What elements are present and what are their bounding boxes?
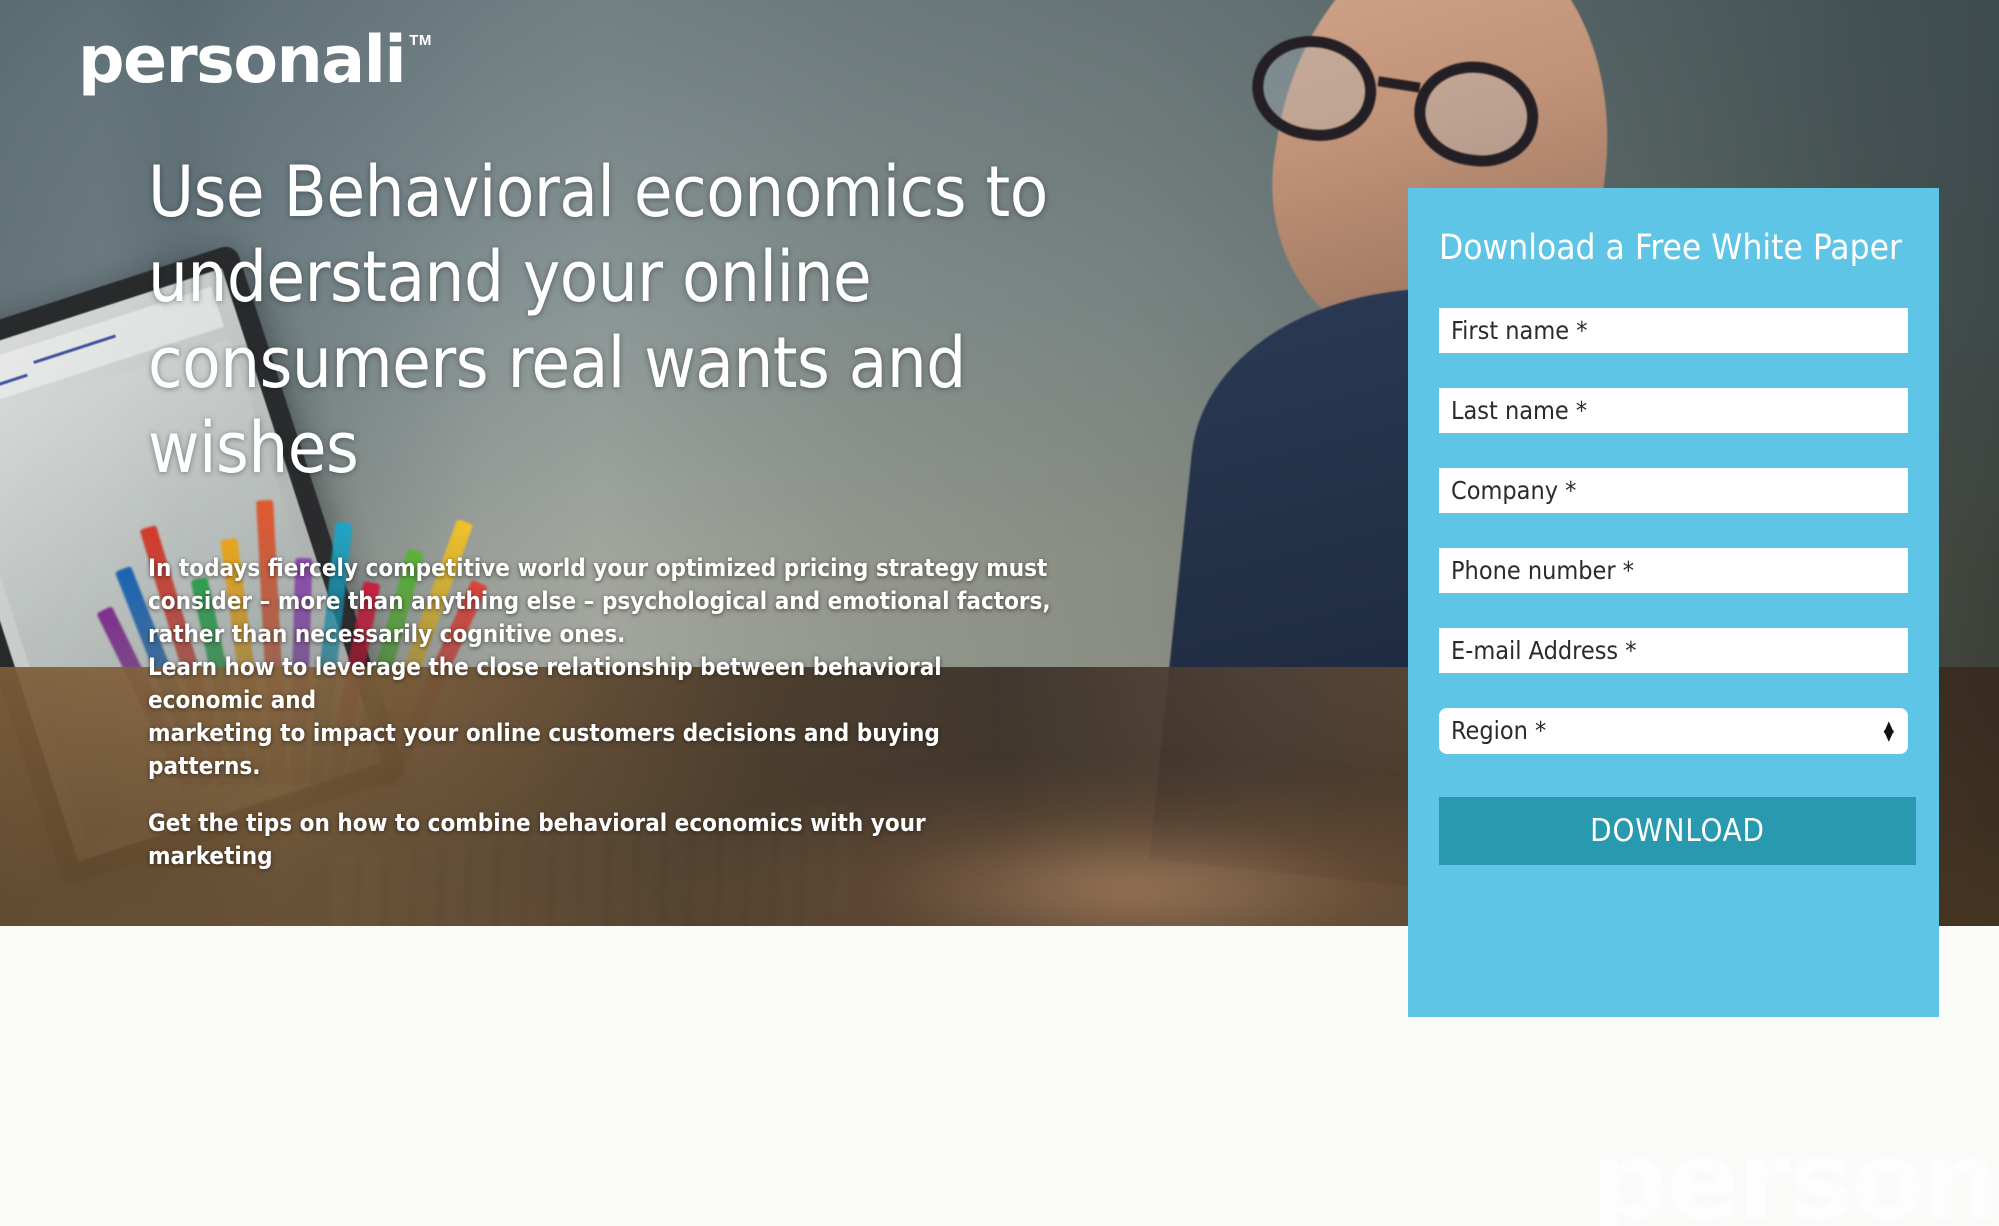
- select-stepper-icon[interactable]: ▲ ▼: [1883, 718, 1894, 744]
- download-button[interactable]: DOWNLOAD: [1439, 796, 1916, 865]
- form-title: Download a Free White Paper: [1439, 228, 1902, 268]
- phone-number-input[interactable]: Phone number *: [1439, 547, 1908, 593]
- company-input[interactable]: Company *: [1439, 467, 1908, 513]
- chevron-down-icon: ▼: [1883, 725, 1894, 744]
- hero-paragraph-line: In todays fiercely competitive world you…: [148, 553, 1048, 582]
- hero-paragraph-line: Learn how to leverage the close relation…: [148, 652, 942, 714]
- region-select-label: Region *: [1451, 716, 1547, 746]
- download-form-panel: Download a Free White Paper First name *…: [1408, 188, 1939, 1017]
- trademark-icon: TM: [409, 32, 432, 49]
- hero-copy: Use Behavioral economics to understand y…: [148, 150, 1068, 874]
- region-select[interactable]: Region * ▲ ▼: [1439, 707, 1908, 754]
- landing-page: persona personali TM Use Behavioral econ…: [0, 0, 1999, 1226]
- first-name-input[interactable]: First name *: [1439, 307, 1908, 353]
- brand-logo-wordmark: personali: [78, 23, 407, 98]
- hero-paragraph-line: Get the tips on how to combine behaviora…: [148, 809, 926, 871]
- page-title: Use Behavioral economics to understand y…: [148, 151, 1048, 490]
- hero-body-copy: In todays fiercely competitive world you…: [148, 552, 1053, 874]
- brand-logo[interactable]: personali TM: [78, 28, 432, 93]
- hero-paragraph-line: rather than necessarily cognitive ones.: [148, 619, 626, 648]
- email-input[interactable]: E-mail Address *: [1439, 627, 1908, 673]
- hero-paragraph-line: marketing to impact your online customer…: [148, 719, 940, 781]
- last-name-input[interactable]: Last name *: [1439, 387, 1908, 433]
- brand-watermark: persona: [1590, 1119, 1999, 1226]
- hero-paragraph-line: consider – more than anything else – psy…: [148, 586, 1051, 615]
